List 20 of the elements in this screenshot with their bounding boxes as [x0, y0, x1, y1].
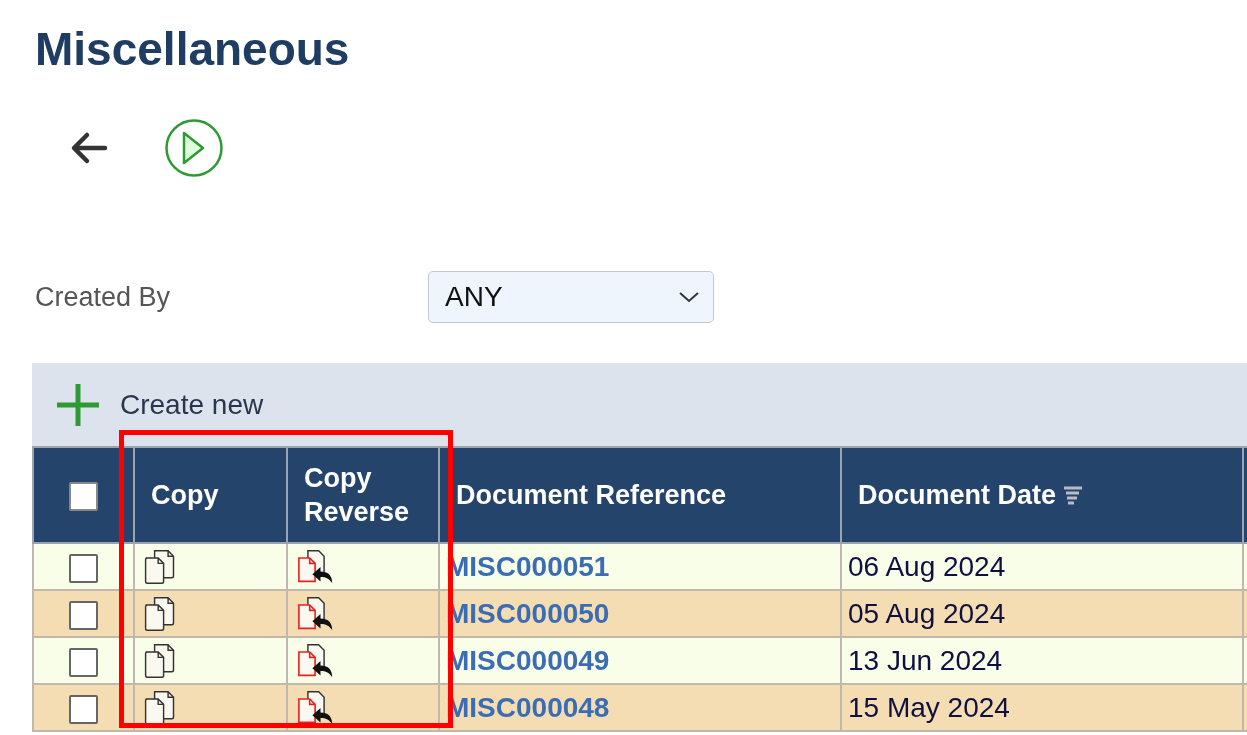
page-title: Miscellaneous	[34, 22, 351, 76]
row-checkbox[interactable]	[69, 553, 98, 583]
chevron-down-icon	[678, 291, 700, 303]
table-cell: 13 Jun 2024	[841, 637, 1243, 684]
column-header: Document Reference	[439, 447, 841, 543]
row-checkbox[interactable]	[69, 694, 98, 724]
row-checkbox[interactable]	[69, 600, 98, 630]
table-cell: 06 Aug 2024	[841, 543, 1243, 590]
table-cell: 05 Aug 2024	[841, 590, 1243, 637]
table-cell: 15 May 2024	[841, 684, 1243, 731]
column-header: Copy	[134, 447, 287, 543]
column-header: Copy Reverse	[287, 447, 439, 543]
row-checkbox[interactable]	[69, 647, 98, 677]
sort-icon[interactable]	[1062, 484, 1085, 506]
created-by-dropdown[interactable]: ANY	[428, 271, 714, 323]
create-new-button[interactable]: Create new	[32, 380, 264, 429]
column-title[interactable]: Document Date	[858, 478, 1057, 512]
play-icon[interactable]	[164, 118, 224, 178]
filter-label: Created By	[35, 281, 172, 313]
select-all-checkbox[interactable]	[69, 482, 98, 512]
